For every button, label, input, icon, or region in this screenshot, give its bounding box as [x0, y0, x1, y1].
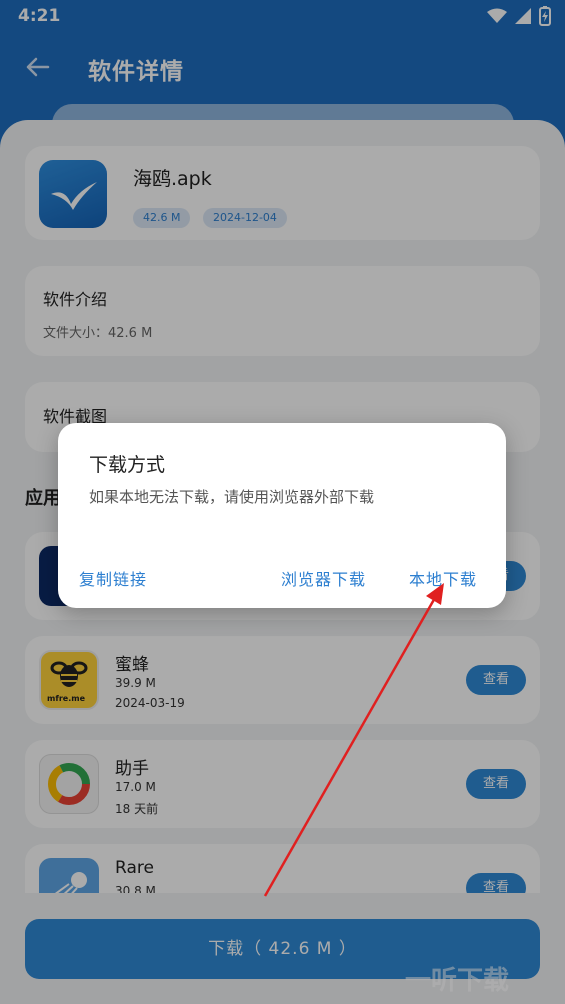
watermark: 一听下载	[405, 966, 510, 996]
annotation-arrow-icon	[263, 583, 444, 897]
